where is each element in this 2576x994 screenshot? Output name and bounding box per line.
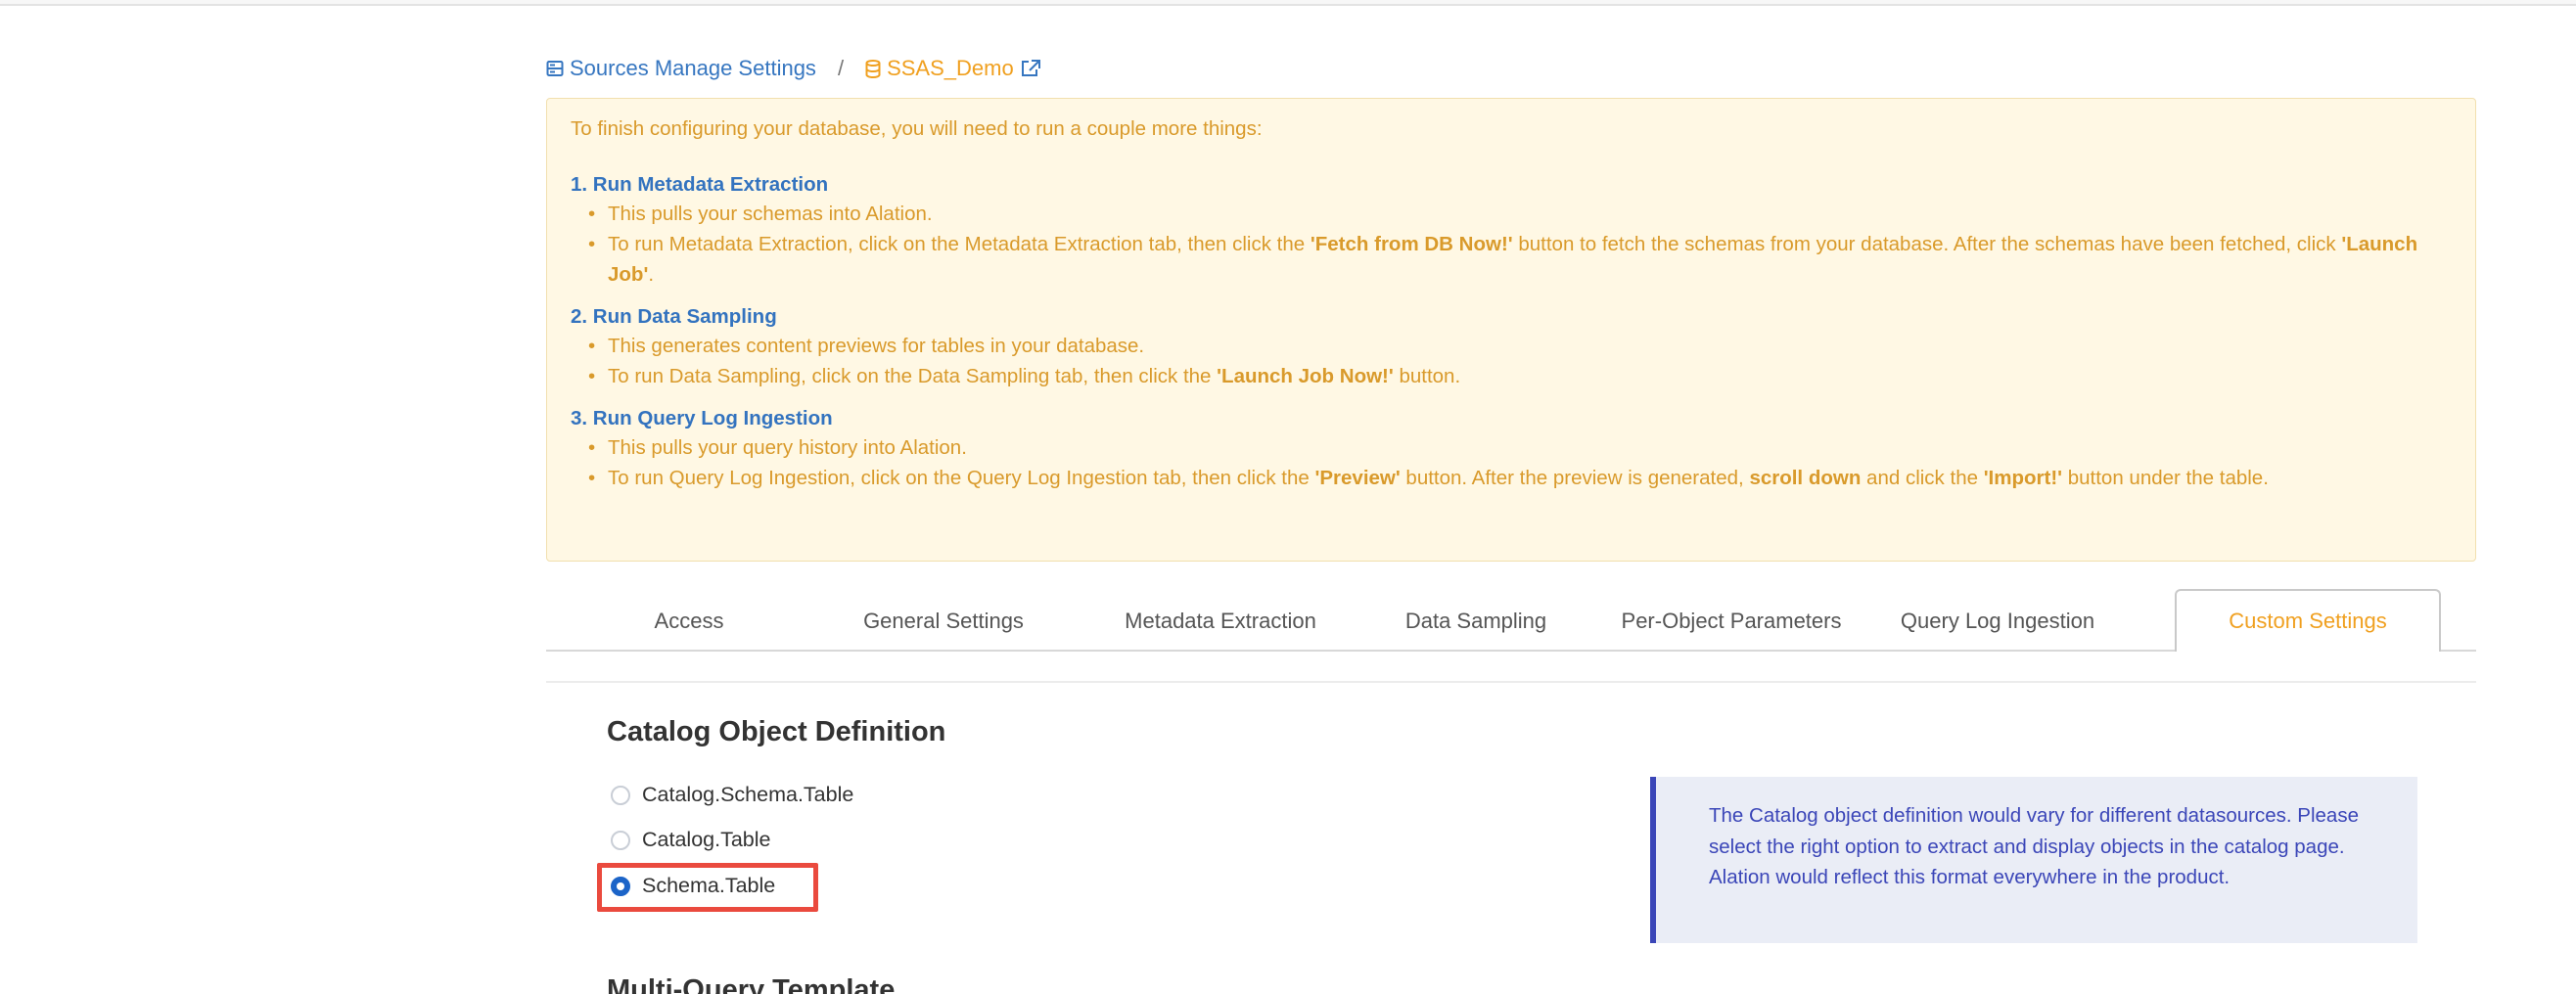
breadcrumb: Sources Manage Settings / SSAS_Demo [546, 55, 1041, 82]
step-metadata-extraction: 1. Run Metadata Extraction This pulls yo… [571, 171, 2452, 290]
step-data-sampling: 2. Run Data Sampling This generates cont… [571, 303, 2452, 391]
setup-instructions-notice: To finish configuring your database, you… [546, 98, 2476, 562]
step-query-log-ingestion: 3. Run Query Log Ingestion This pulls yo… [571, 405, 2452, 493]
breadcrumb-sources-link[interactable]: Sources Manage Settings [546, 56, 816, 81]
step-bullet: To run Metadata Extraction, click on the… [571, 229, 2452, 290]
tab-general-settings[interactable]: General Settings [816, 591, 1071, 652]
multi-query-template-title: Multi-Query Template [607, 974, 896, 994]
breadcrumb-current-label: SSAS_Demo [887, 56, 1014, 80]
radio-label: Catalog.Schema.Table [642, 783, 854, 806]
step-bullet: To run Query Log Ingestion, click on the… [571, 463, 2452, 493]
breadcrumb-current[interactable]: SSAS_Demo [865, 56, 1041, 81]
settings-tabs: Access General Settings Metadata Extract… [546, 589, 2476, 652]
tab-metadata-extraction[interactable]: Metadata Extraction [1090, 591, 1351, 652]
catalog-definition-info: The Catalog object definition would vary… [1650, 777, 2417, 943]
database-icon [865, 59, 881, 78]
server-icon [546, 60, 564, 77]
tab-data-sampling[interactable]: Data Sampling [1370, 591, 1582, 652]
tab-custom-settings[interactable]: Custom Settings [2175, 589, 2441, 652]
tab-query-log-ingestion[interactable]: Query Log Ingestion [1877, 591, 2118, 652]
selection-highlight-box [597, 863, 818, 912]
step-title: 3. Run Query Log Ingestion [571, 407, 833, 429]
tab-per-object-parameters[interactable]: Per-Object Parameters [1601, 591, 1862, 652]
notice-intro: To finish configuring your database, you… [571, 117, 1263, 140]
radio-label: Catalog.Table [642, 828, 771, 851]
breadcrumb-sources-label: Sources Manage Settings [570, 56, 816, 80]
step-title: 1. Run Metadata Extraction [571, 173, 829, 196]
step-bullet: This generates content previews for tabl… [571, 331, 2452, 361]
radio-button[interactable] [611, 785, 630, 805]
external-link-icon[interactable] [1020, 59, 1041, 78]
step-title: 2. Run Data Sampling [571, 305, 777, 328]
step-bullet: This pulls your query history into Alati… [571, 432, 2452, 463]
step-bullet: This pulls your schemas into Alation. [571, 199, 2452, 229]
tab-access[interactable]: Access [581, 591, 797, 652]
breadcrumb-separator: / [837, 56, 845, 80]
step-bullet: To run Data Sampling, click on the Data … [571, 361, 2452, 391]
radio-catalog-table[interactable]: Catalog.Table [611, 828, 770, 852]
settings-page: Sources Manage Settings / SSAS_Demo To f… [546, 0, 2476, 994]
radio-button[interactable] [611, 830, 630, 850]
divider [546, 681, 2476, 683]
radio-catalog-schema-table[interactable]: Catalog.Schema.Table [611, 783, 853, 807]
catalog-definition-title: Catalog Object Definition [607, 716, 946, 747]
